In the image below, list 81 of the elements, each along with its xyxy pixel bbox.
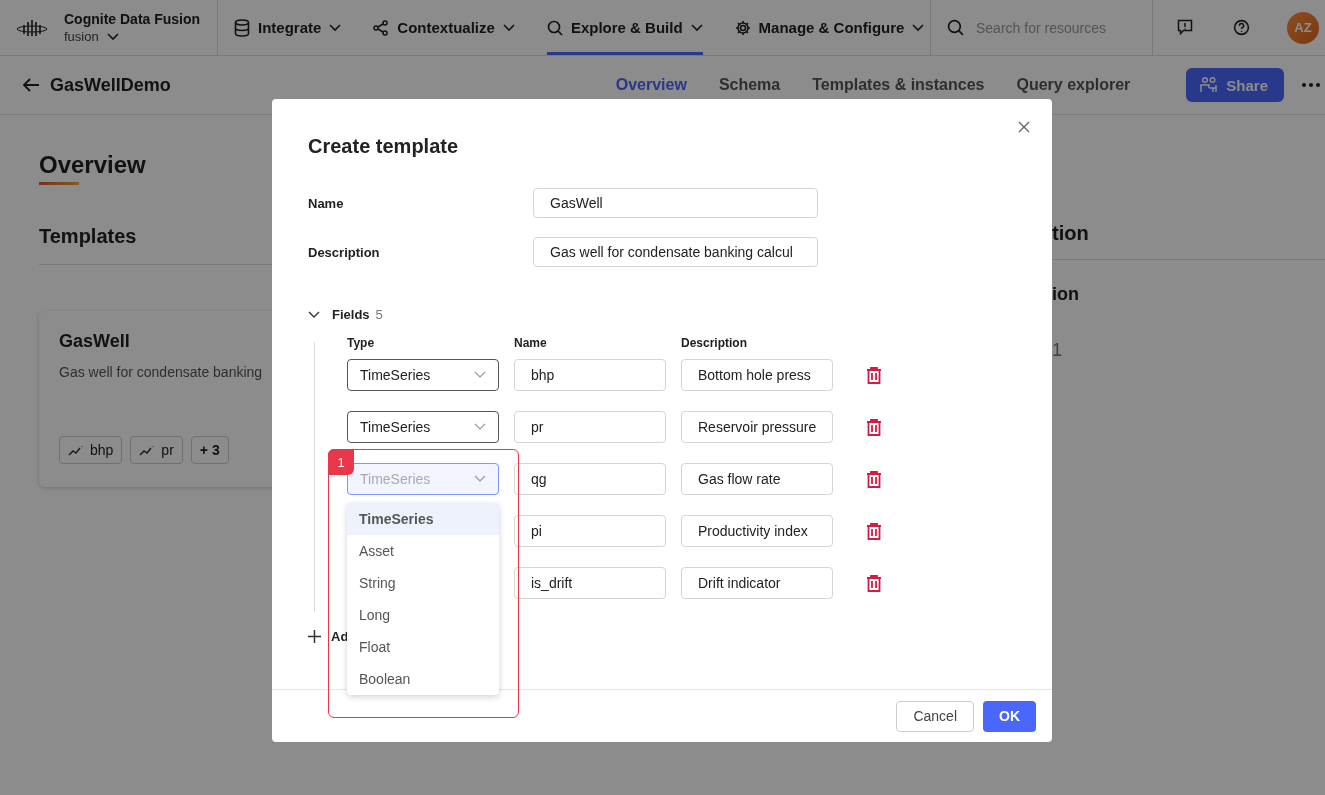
app-title: Cognite Data Fusion bbox=[64, 11, 201, 27]
plus-icon[interactable] bbox=[308, 630, 321, 643]
input-field[interactable]: is_drift bbox=[514, 567, 666, 599]
chevron-down-icon bbox=[474, 423, 486, 431]
chevron-down-icon bbox=[329, 23, 342, 32]
field-label: Description bbox=[308, 244, 381, 260]
input-field[interactable]: Gas well for condensate banking calcul bbox=[533, 237, 818, 267]
trash-icon[interactable] bbox=[866, 574, 882, 592]
field-chip: pr bbox=[130, 436, 183, 464]
column-header: Description bbox=[681, 336, 748, 350]
card-description: Gas well for condensate banking bbox=[59, 364, 263, 380]
nav-menu[interactable]: Manage & Configure bbox=[734, 0, 925, 55]
input-field[interactable]: Bottom hole press bbox=[681, 359, 833, 391]
trash-icon[interactable] bbox=[866, 418, 882, 436]
help-button[interactable] bbox=[1233, 18, 1251, 37]
type-select[interactable]: TimeSeries bbox=[347, 359, 499, 391]
nav-menu[interactable]: Explore & Build bbox=[546, 0, 703, 55]
input-field[interactable]: pr bbox=[514, 411, 666, 443]
trash-icon[interactable] bbox=[866, 470, 882, 488]
dropdown-option[interactable]: Long bbox=[347, 599, 499, 631]
field-chip: + 3 bbox=[190, 436, 229, 464]
feedback-button[interactable] bbox=[1177, 18, 1195, 37]
input-field[interactable]: Gas flow rate bbox=[681, 463, 833, 495]
search-icon bbox=[546, 19, 563, 36]
field-chip: bhp bbox=[59, 436, 123, 464]
chevron-down-icon bbox=[474, 371, 486, 379]
section-heading: tion bbox=[1052, 222, 1089, 245]
search-icon bbox=[947, 19, 964, 36]
column-header: Type bbox=[347, 336, 376, 350]
chevron-down-icon[interactable] bbox=[308, 310, 320, 319]
nav-menu[interactable]: Contextualize bbox=[373, 0, 515, 55]
column-header: Name bbox=[514, 336, 548, 350]
search-field[interactable]: Search for resources bbox=[974, 18, 1128, 37]
overview-heading: Overview bbox=[39, 151, 147, 179]
fields-label: Fields bbox=[332, 307, 370, 322]
more-button[interactable] bbox=[1302, 83, 1320, 87]
input-field[interactable]: Reservoir pressure bbox=[681, 411, 833, 443]
input-field[interactable]: pi bbox=[514, 515, 666, 547]
page-tab[interactable]: Schema bbox=[718, 76, 781, 94]
chevron-down-icon bbox=[690, 23, 703, 32]
trend-line-icon bbox=[68, 444, 84, 456]
share-icon bbox=[373, 19, 390, 36]
input-field[interactable]: bhp bbox=[514, 359, 666, 391]
annotation-badge: 1 bbox=[328, 449, 354, 475]
cancel-button[interactable]: Cancel bbox=[896, 700, 974, 732]
chevron-down-icon bbox=[106, 32, 119, 41]
field-label: Name bbox=[308, 195, 345, 211]
page-tab[interactable]: Templates & instances bbox=[812, 76, 985, 94]
fields-count: 5 bbox=[375, 307, 383, 322]
trend-line-icon bbox=[139, 444, 156, 456]
chevron-down-icon bbox=[502, 23, 515, 32]
chevron-down-icon bbox=[912, 23, 925, 32]
dropdown-option[interactable]: Float bbox=[347, 631, 499, 663]
trash-icon[interactable] bbox=[866, 522, 882, 540]
close-button[interactable] bbox=[1018, 121, 1030, 133]
card-title: GasWell bbox=[59, 331, 130, 352]
input-field[interactable]: Productivity index bbox=[681, 515, 833, 547]
dialog-title: Create template bbox=[308, 135, 460, 158]
count-text: 1 bbox=[1052, 340, 1062, 361]
input-field[interactable]: GasWell bbox=[533, 188, 818, 218]
database-icon bbox=[234, 18, 250, 37]
dropdown-option[interactable]: String bbox=[347, 567, 499, 599]
type-select[interactable]: TimeSeries bbox=[347, 411, 499, 443]
chevron-down-icon bbox=[474, 475, 486, 483]
section-subheading: ion bbox=[1052, 284, 1079, 305]
nav-menu[interactable]: Integrate bbox=[234, 0, 342, 55]
back-arrow-icon[interactable] bbox=[22, 77, 40, 93]
input-field[interactable]: Drift indicator bbox=[681, 567, 833, 599]
trash-icon[interactable] bbox=[866, 366, 882, 384]
dropdown-option[interactable]: Boolean bbox=[347, 663, 499, 695]
ok-button[interactable]: OK bbox=[983, 700, 1036, 732]
dropdown-option[interactable]: TimeSeries bbox=[347, 503, 499, 535]
people-icon bbox=[1200, 76, 1219, 94]
page-tab[interactable]: Query explorer bbox=[1016, 76, 1131, 94]
section-heading: Templates bbox=[39, 225, 138, 248]
logo-icon bbox=[16, 17, 48, 38]
input-field[interactable]: qg bbox=[514, 463, 666, 495]
dropdown-option[interactable]: Asset bbox=[347, 535, 499, 567]
page-title: GasWellDemo bbox=[50, 74, 171, 96]
project-selector[interactable]: fusion bbox=[64, 29, 201, 44]
gear-icon bbox=[734, 19, 751, 36]
